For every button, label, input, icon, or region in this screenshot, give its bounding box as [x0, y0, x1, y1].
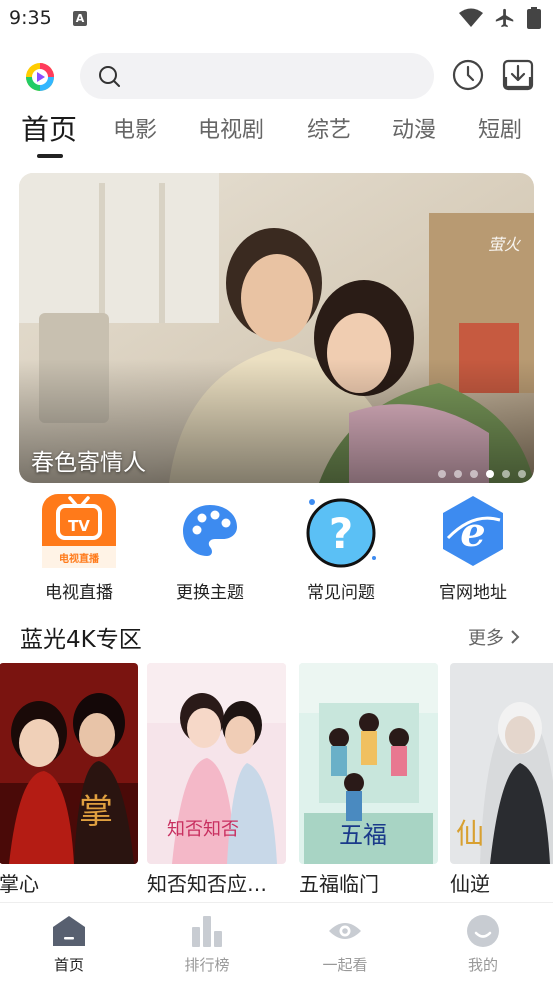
tv-live-icon-text: 电视直播 [59, 552, 100, 565]
header [0, 50, 553, 104]
chart-bar-icon [192, 916, 222, 947]
nav-watch-together[interactable]: 一起看 [295, 913, 395, 975]
nav-label: 排行榜 [184, 956, 230, 974]
poster-card[interactable]: 五福 五福临门 [299, 663, 438, 897]
search-icon [99, 66, 120, 87]
svg-text:?: ? [329, 509, 353, 558]
banner-dot-active[interactable] [486, 470, 494, 478]
banner-watermark: 萤火 [487, 235, 520, 254]
section-title: 蓝光4K专区 [20, 627, 142, 653]
status-time: 9:35 [9, 7, 52, 29]
question-icon: ? [306, 498, 376, 568]
airplane-icon [495, 8, 514, 28]
search-input[interactable] [80, 53, 434, 99]
svg-text:五福: 五福 [339, 821, 387, 849]
app-logo[interactable] [24, 61, 56, 93]
tab-anime[interactable]: 动漫 [392, 112, 436, 144]
svg-text:掌: 掌 [79, 792, 113, 832]
history-clock-icon[interactable] [452, 59, 484, 91]
poster-row: 掌 掌心 知否知否 知否知否应是绿肥红瘦 五福 五福临 [0, 663, 553, 903]
banner-dot[interactable] [454, 470, 462, 478]
nav-label: 我的 [467, 956, 498, 974]
status-icons [459, 7, 541, 29]
banner-dot[interactable] [470, 470, 478, 478]
poster-title: 五福临门 [299, 872, 379, 896]
more-label: 更多 [468, 628, 504, 649]
banner-title: 春色寄情人 [31, 450, 146, 476]
banner-dot[interactable] [502, 470, 510, 478]
user-icon [467, 915, 499, 947]
banner-pagination [438, 470, 526, 478]
nav-label: 一起看 [322, 956, 368, 974]
poster-image: 仙 [450, 663, 553, 864]
svg-text:TV: TV [68, 517, 90, 535]
quick-entry-official-site[interactable]: e 官网地址 [413, 492, 533, 603]
poster-title: 掌心 [0, 872, 39, 896]
browser-e-icon: e [443, 496, 503, 566]
tab-short-drama[interactable]: 短剧 [478, 112, 522, 144]
eye-icon [329, 923, 361, 939]
quick-entries: TV 电视直播 电视直播 更换主题 ? 常见问题 e 官网地址 [0, 492, 553, 603]
banner-dot[interactable] [518, 470, 526, 478]
poster-card[interactable]: 仙 仙逆 [450, 663, 553, 897]
poster-card[interactable]: 掌 掌心 [0, 663, 138, 897]
svg-text:e: e [460, 509, 485, 556]
tab-tv-series[interactable]: 电视剧 [198, 112, 264, 144]
quick-entry-label: 更换主题 [176, 583, 244, 603]
more-link[interactable]: 更多 [468, 624, 520, 650]
nav-ranking[interactable]: 排行榜 [157, 913, 257, 975]
poster-image: 知否知否 [147, 663, 286, 864]
quick-entry-faq[interactable]: ? 常见问题 [281, 492, 401, 603]
poster-image: 掌 [0, 663, 138, 864]
svg-text:仙: 仙 [456, 817, 484, 850]
wifi-icon [459, 8, 483, 27]
quick-entry-label: 官网地址 [439, 583, 507, 603]
svg-text:知否知否: 知否知否 [167, 819, 239, 840]
poster-title: 仙逆 [450, 872, 490, 896]
tab-movies[interactable]: 电影 [113, 112, 157, 144]
quick-entry-change-theme[interactable]: 更换主题 [150, 492, 270, 603]
tab-home[interactable]: 首页 [21, 108, 77, 148]
poster-title: 知否知否应是绿肥红瘦 [147, 872, 286, 896]
banner-image [19, 173, 534, 483]
quick-entry-label: 常见问题 [307, 583, 375, 603]
nav-label: 首页 [53, 956, 84, 974]
poster-image: 五福 [299, 663, 438, 864]
bottom-nav: 首页 排行榜 一起看 我的 [0, 902, 553, 983]
status-bar: 9:35 A [0, 0, 553, 40]
quick-entry-tv-live[interactable]: TV 电视直播 电视直播 [19, 492, 139, 603]
banner-dot[interactable] [438, 470, 446, 478]
download-icon[interactable] [502, 59, 534, 91]
quick-entry-label: 电视直播 [45, 583, 113, 603]
palette-icon [183, 505, 237, 556]
tab-indicator [37, 154, 63, 158]
poster-card[interactable]: 知否知否 知否知否应是绿肥红瘦 [147, 663, 286, 897]
tab-variety[interactable]: 综艺 [307, 112, 351, 144]
chevron-right-icon [511, 630, 520, 644]
tv-live-icon: TV 电视直播 [42, 494, 116, 568]
notification-icon: A [73, 11, 87, 26]
home-icon [53, 916, 85, 946]
nav-home[interactable]: 首页 [19, 913, 119, 975]
hero-banner[interactable]: 萤火 春色寄情人 [19, 173, 534, 483]
battery-icon [527, 7, 541, 29]
category-tabs: 首页 电影 电视剧 综艺 动漫 短剧 [0, 112, 553, 162]
nav-profile[interactable]: 我的 [433, 913, 533, 975]
